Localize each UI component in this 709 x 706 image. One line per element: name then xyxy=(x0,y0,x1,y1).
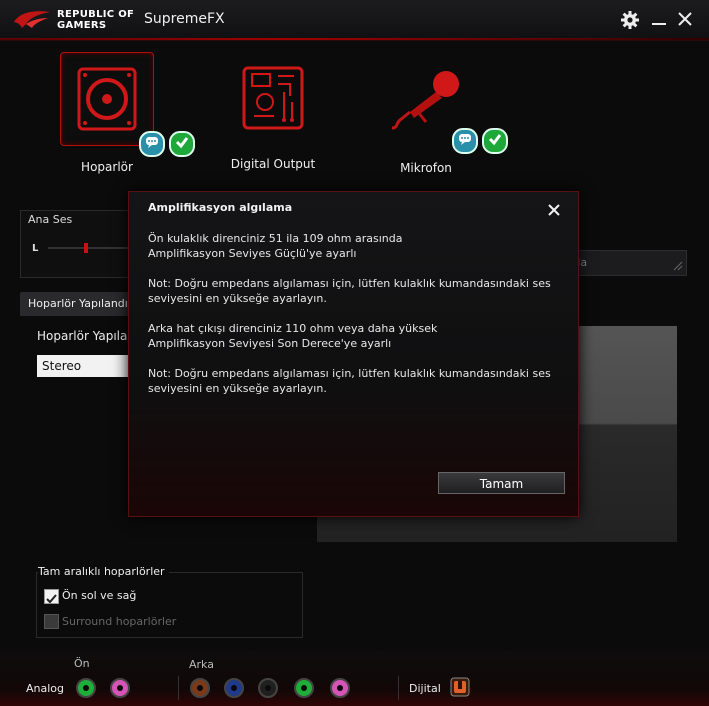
digital-label: Dijital xyxy=(409,682,441,695)
separator xyxy=(398,676,399,700)
microphone-tile[interactable] xyxy=(386,66,508,154)
front-jacks-label: Ön xyxy=(74,657,90,670)
close-icon[interactable] xyxy=(545,201,563,219)
chat-badge-icon xyxy=(452,128,478,154)
front-green-jack[interactable] xyxy=(76,678,96,698)
dialog-text-line: seviyesini en yükseğe ayarlayın. xyxy=(148,292,327,305)
digital-jack-icon[interactable] xyxy=(450,677,470,697)
device-digital-output[interactable]: Digital Output xyxy=(213,62,333,171)
dialog-text-line: Arka hat çıkışı direnciniz 110 ohm veya … xyxy=(148,322,438,335)
digital-output-icon xyxy=(242,66,304,130)
checkmark-icon xyxy=(46,594,57,604)
jack-bar xyxy=(0,650,709,706)
dialog-text-line: seviyesini en yükseğe ayarlayın. xyxy=(148,382,327,395)
volume-slider-handle[interactable] xyxy=(84,243,88,253)
checkmark-badge-icon xyxy=(169,131,195,157)
speaker-config-label: Hoparlör Yapılandı xyxy=(37,329,131,343)
separator xyxy=(178,676,179,700)
speaker-tile[interactable] xyxy=(60,52,195,157)
rear-brown-jack[interactable] xyxy=(190,678,210,698)
dialog-text-line: Amplifikasyon Seviyes Güçlü'ye ayarlı xyxy=(148,247,357,260)
checkmark-badge-icon xyxy=(482,128,508,154)
rear-black-jack[interactable] xyxy=(258,678,278,698)
rear-blue-jack[interactable] xyxy=(224,678,244,698)
surround-speakers-checkbox[interactable] xyxy=(44,614,59,629)
brand-line-1: REPUBLIC OF xyxy=(57,9,135,20)
brand-line-2: GAMERS xyxy=(57,20,107,31)
dialog-paragraph-note-2: Not: Doğru empedans algılaması için, lüt… xyxy=(148,366,558,396)
rear-pink-jack[interactable] xyxy=(330,678,350,698)
dialog-text-line: Not: Doğru empedans algılaması için, lüt… xyxy=(148,277,551,290)
device-speaker[interactable]: Hoparlör xyxy=(47,52,195,174)
minimize-icon[interactable] xyxy=(648,8,670,30)
front-pink-jack[interactable] xyxy=(110,678,130,698)
rear-jacks-label: Arka xyxy=(189,658,214,671)
ok-button[interactable]: Tamam xyxy=(438,472,565,494)
brand-text: REPUBLIC OF GAMERS xyxy=(57,9,134,31)
device-label-speaker: Hoparlör xyxy=(81,160,133,174)
dialog-paragraph-front: Ön kulaklık direnciniz 51 ila 109 ohm ar… xyxy=(148,231,558,261)
resize-corner-icon xyxy=(673,261,683,271)
gear-icon[interactable] xyxy=(620,10,640,30)
microphone-icon xyxy=(391,71,459,130)
chat-badge-icon xyxy=(139,131,165,157)
close-icon[interactable] xyxy=(674,8,696,30)
dialog-text-line: Amplifikasyon Seviyesi Son Derece'ye aya… xyxy=(148,337,392,350)
volume-slider-track[interactable] xyxy=(48,247,128,249)
device-label-digital-output: Digital Output xyxy=(230,157,316,171)
left-channel-label: L xyxy=(32,243,39,254)
tab-speaker-config-label: Hoparlör Yapılandır xyxy=(28,297,132,310)
dialog-text-line: Not: Doğru empedans algılaması için, lüt… xyxy=(148,367,551,380)
app-title: SupremeFX xyxy=(144,11,225,27)
digital-output-tile[interactable] xyxy=(238,62,308,134)
analog-label: Analog xyxy=(26,682,65,695)
dialog-paragraph-rear: Arka hat çıkışı direnciniz 110 ohm veya … xyxy=(148,321,558,351)
dialog-title: Amplifikasyon algılama xyxy=(148,201,293,214)
dialog-paragraph-note-1: Not: Doğru empedans algılaması için, lüt… xyxy=(148,276,558,306)
speaker-icon xyxy=(77,67,137,131)
surround-speakers-label: Surround hoparlörler xyxy=(62,615,177,628)
main-volume-label: Ana Ses xyxy=(28,213,73,226)
speaker-config-value: Stereo xyxy=(42,359,82,373)
rog-logo-icon xyxy=(14,11,50,28)
dialog-text-line: Ön kulaklık direnciniz 51 ila 109 ohm ar… xyxy=(148,232,403,245)
full-range-title: Tam aralıklı hoparlörler xyxy=(38,565,169,578)
rear-green-jack[interactable] xyxy=(294,678,314,698)
full-range-group xyxy=(36,572,303,638)
device-label-microphone: Mikrofon xyxy=(400,161,452,175)
front-left-right-label: Ön sol ve sağ xyxy=(62,589,137,602)
speaker-config-select[interactable]: Stereo xyxy=(37,355,133,377)
front-left-right-checkbox[interactable] xyxy=(44,589,59,604)
device-microphone[interactable]: Mikrofon xyxy=(366,66,508,175)
